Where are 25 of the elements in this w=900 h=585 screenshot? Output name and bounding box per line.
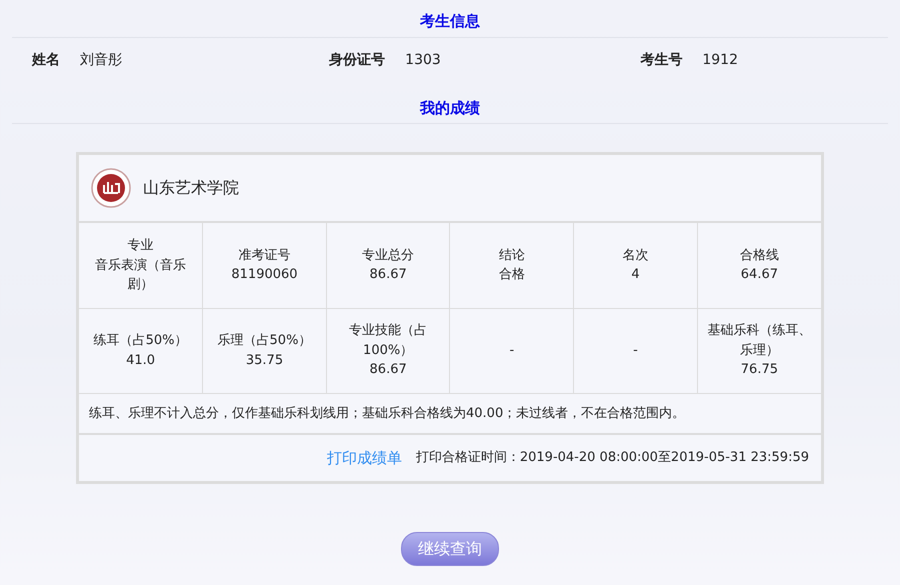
table-cell: 乐理（占50%） 35.75 (202, 308, 326, 393)
print-time-text: 打印合格证时间：2019-04-20 08:00:00至2019-05-31 23:59:59 (416, 449, 809, 468)
field-label: 姓名 (32, 50, 60, 70)
table-cell: 结论 合格 (450, 223, 574, 308)
table-cell: - (574, 308, 698, 393)
note-text: 练耳、乐理不计入总分，仅作基础乐科划线用；基础乐科合格线为40.00；未过线者，不在合格范围内。 (79, 394, 821, 435)
table-cell: 准考证号 81190060 (202, 223, 326, 308)
field-label: 身份证号 (329, 50, 386, 70)
print-link[interactable]: 打印成绩单 (326, 446, 402, 470)
table-cell: 专业总分 86.67 (326, 223, 450, 308)
table-cell: 练耳（占50%） 41.0 (79, 308, 203, 393)
field-value: 刘音彤 (80, 50, 122, 70)
table-cell: 合格线 64.67 (697, 223, 821, 308)
continue-button[interactable]: 继续查询 (401, 532, 499, 566)
field-value: 1912 (702, 50, 738, 70)
table-cell: 专业 音乐表演（音乐剧） (79, 223, 203, 308)
table-cell: 名次 4 (574, 223, 698, 308)
section-title: 我的成绩 (12, 86, 888, 124)
field-value: 1303 (405, 50, 441, 70)
school-name: 山东艺术学院 (143, 177, 239, 199)
school-logo-icon (91, 168, 131, 208)
table-cell: 专业技能（占100%） 86.67 (326, 308, 450, 393)
field-label: 考生号 (640, 50, 682, 70)
section-title: 考生信息 (12, 0, 888, 38)
table-cell: - (450, 308, 574, 393)
